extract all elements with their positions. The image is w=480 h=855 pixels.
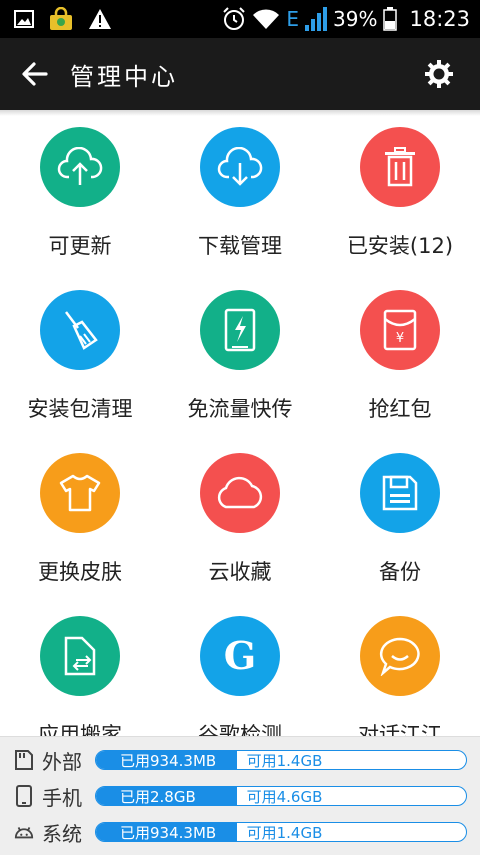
app-bar: 管理中心 xyxy=(0,38,480,110)
tool-circle xyxy=(40,453,120,533)
tool-label: 安装包清理 xyxy=(27,397,133,421)
cloud-download-icon xyxy=(217,147,263,186)
storage-free: 可用1.4GB xyxy=(246,751,323,770)
gallery-icon xyxy=(14,10,34,28)
tool-red-envelope[interactable]: ¥ 抢红包 xyxy=(320,279,480,442)
tool-circle xyxy=(40,290,120,370)
tool-circle: G xyxy=(200,616,280,696)
tool-circle xyxy=(360,453,440,533)
tool-quick-transfer[interactable]: 免流量快传 xyxy=(160,279,320,442)
tool-change-skin[interactable]: 更换皮肤 xyxy=(0,442,160,605)
tool-label: 已安装(12) xyxy=(346,234,454,258)
status-bar: E 39% 18:23 xyxy=(0,0,480,38)
tool-label: 对话江江 xyxy=(358,723,442,736)
tool-download-manager[interactable]: 下载管理 xyxy=(160,116,320,279)
back-arrow-icon[interactable] xyxy=(20,59,50,89)
tool-circle xyxy=(360,127,440,207)
tool-label: 应用搬家 xyxy=(38,723,122,736)
move-app-icon xyxy=(64,636,96,676)
trash-icon xyxy=(385,147,415,187)
tool-cloud-favorites[interactable]: 云收藏 xyxy=(160,442,320,605)
svg-text:G: G xyxy=(224,636,256,676)
tool-circle xyxy=(40,127,120,207)
chat-bubble-icon xyxy=(379,637,420,676)
clock: 18:23 xyxy=(409,7,470,31)
tool-label: 备份 xyxy=(379,560,421,584)
tool-google-check[interactable]: G 谷歌检测 xyxy=(160,605,320,736)
tool-circle xyxy=(200,453,280,533)
alarm-icon xyxy=(223,7,246,30)
settings-gear-icon[interactable] xyxy=(424,59,454,89)
tools-grid: 可更新 下载管理 已安装(12) 安装包清理 免流量快传 ¥ 抢红包 更换皮肤 … xyxy=(0,116,480,736)
wifi-icon xyxy=(253,9,280,29)
tool-label: 下载管理 xyxy=(198,234,282,258)
storage-row-external: 外部 已用934.3MB 可用1.4GB xyxy=(0,747,480,774)
tool-chat[interactable]: 对话江江 xyxy=(320,605,480,736)
tool-circle: ¥ xyxy=(360,290,440,370)
warning-icon xyxy=(89,9,111,29)
storage-bar: 已用2.8GB 可用4.6GB xyxy=(95,786,467,806)
tool-circle xyxy=(40,616,120,696)
storage-name: 外部 xyxy=(42,749,82,774)
storage-panel: 外部 已用934.3MB 可用1.4GB 手机 已用2.8GB 可用4.6GB … xyxy=(0,736,480,855)
storage-name: 手机 xyxy=(42,785,82,810)
page-title: 管理中心 xyxy=(70,62,178,91)
tool-label: 云收藏 xyxy=(208,560,272,584)
svg-text:¥: ¥ xyxy=(396,331,404,346)
signal-icon xyxy=(305,7,328,31)
tshirt-icon xyxy=(59,474,101,512)
tool-label: 免流量快传 xyxy=(187,397,293,421)
tool-installed[interactable]: 已安装(12) xyxy=(320,116,480,279)
tool-circle xyxy=(200,127,280,207)
tool-circle xyxy=(200,290,280,370)
storage-row-system: 系统 已用934.3MB 可用1.4GB xyxy=(0,819,480,846)
storage-used: 已用934.3MB xyxy=(96,823,237,841)
tool-label: 抢红包 xyxy=(368,397,432,421)
tool-updatable[interactable]: 可更新 xyxy=(0,116,160,279)
cloud-icon xyxy=(217,476,263,509)
storage-bar: 已用934.3MB 可用1.4GB xyxy=(95,822,467,842)
tool-circle xyxy=(360,616,440,696)
red-envelope-icon: ¥ xyxy=(383,309,417,351)
google-g-icon: G xyxy=(224,636,256,676)
android-icon xyxy=(14,827,34,839)
tool-label: 可更新 xyxy=(48,234,112,258)
network-type: E xyxy=(286,7,300,31)
battery-icon xyxy=(383,7,398,31)
sd-card-icon xyxy=(15,750,33,770)
storage-bar: 已用934.3MB 可用1.4GB xyxy=(95,750,467,770)
tool-move-app[interactable]: 应用搬家 xyxy=(0,605,160,736)
tool-package-cleanup[interactable]: 安装包清理 xyxy=(0,279,160,442)
storage-used: 已用2.8GB xyxy=(96,787,237,805)
phone-flash-icon xyxy=(224,308,256,352)
battery-percent: 39% xyxy=(333,7,378,31)
storage-free: 可用1.4GB xyxy=(246,823,323,842)
tool-label: 谷歌检测 xyxy=(198,723,282,736)
floppy-icon xyxy=(382,475,418,511)
cloud-upload-icon xyxy=(57,147,103,185)
tool-backup[interactable]: 备份 xyxy=(320,442,480,605)
app-store-bag-icon xyxy=(50,7,72,30)
tool-label: 更换皮肤 xyxy=(38,560,122,584)
storage-used: 已用934.3MB xyxy=(96,751,237,769)
broom-icon xyxy=(65,311,98,350)
storage-name: 系统 xyxy=(42,821,82,846)
phone-icon xyxy=(16,785,32,807)
storage-row-phone: 手机 已用2.8GB 可用4.6GB xyxy=(0,783,480,810)
storage-free: 可用4.6GB xyxy=(246,787,323,806)
